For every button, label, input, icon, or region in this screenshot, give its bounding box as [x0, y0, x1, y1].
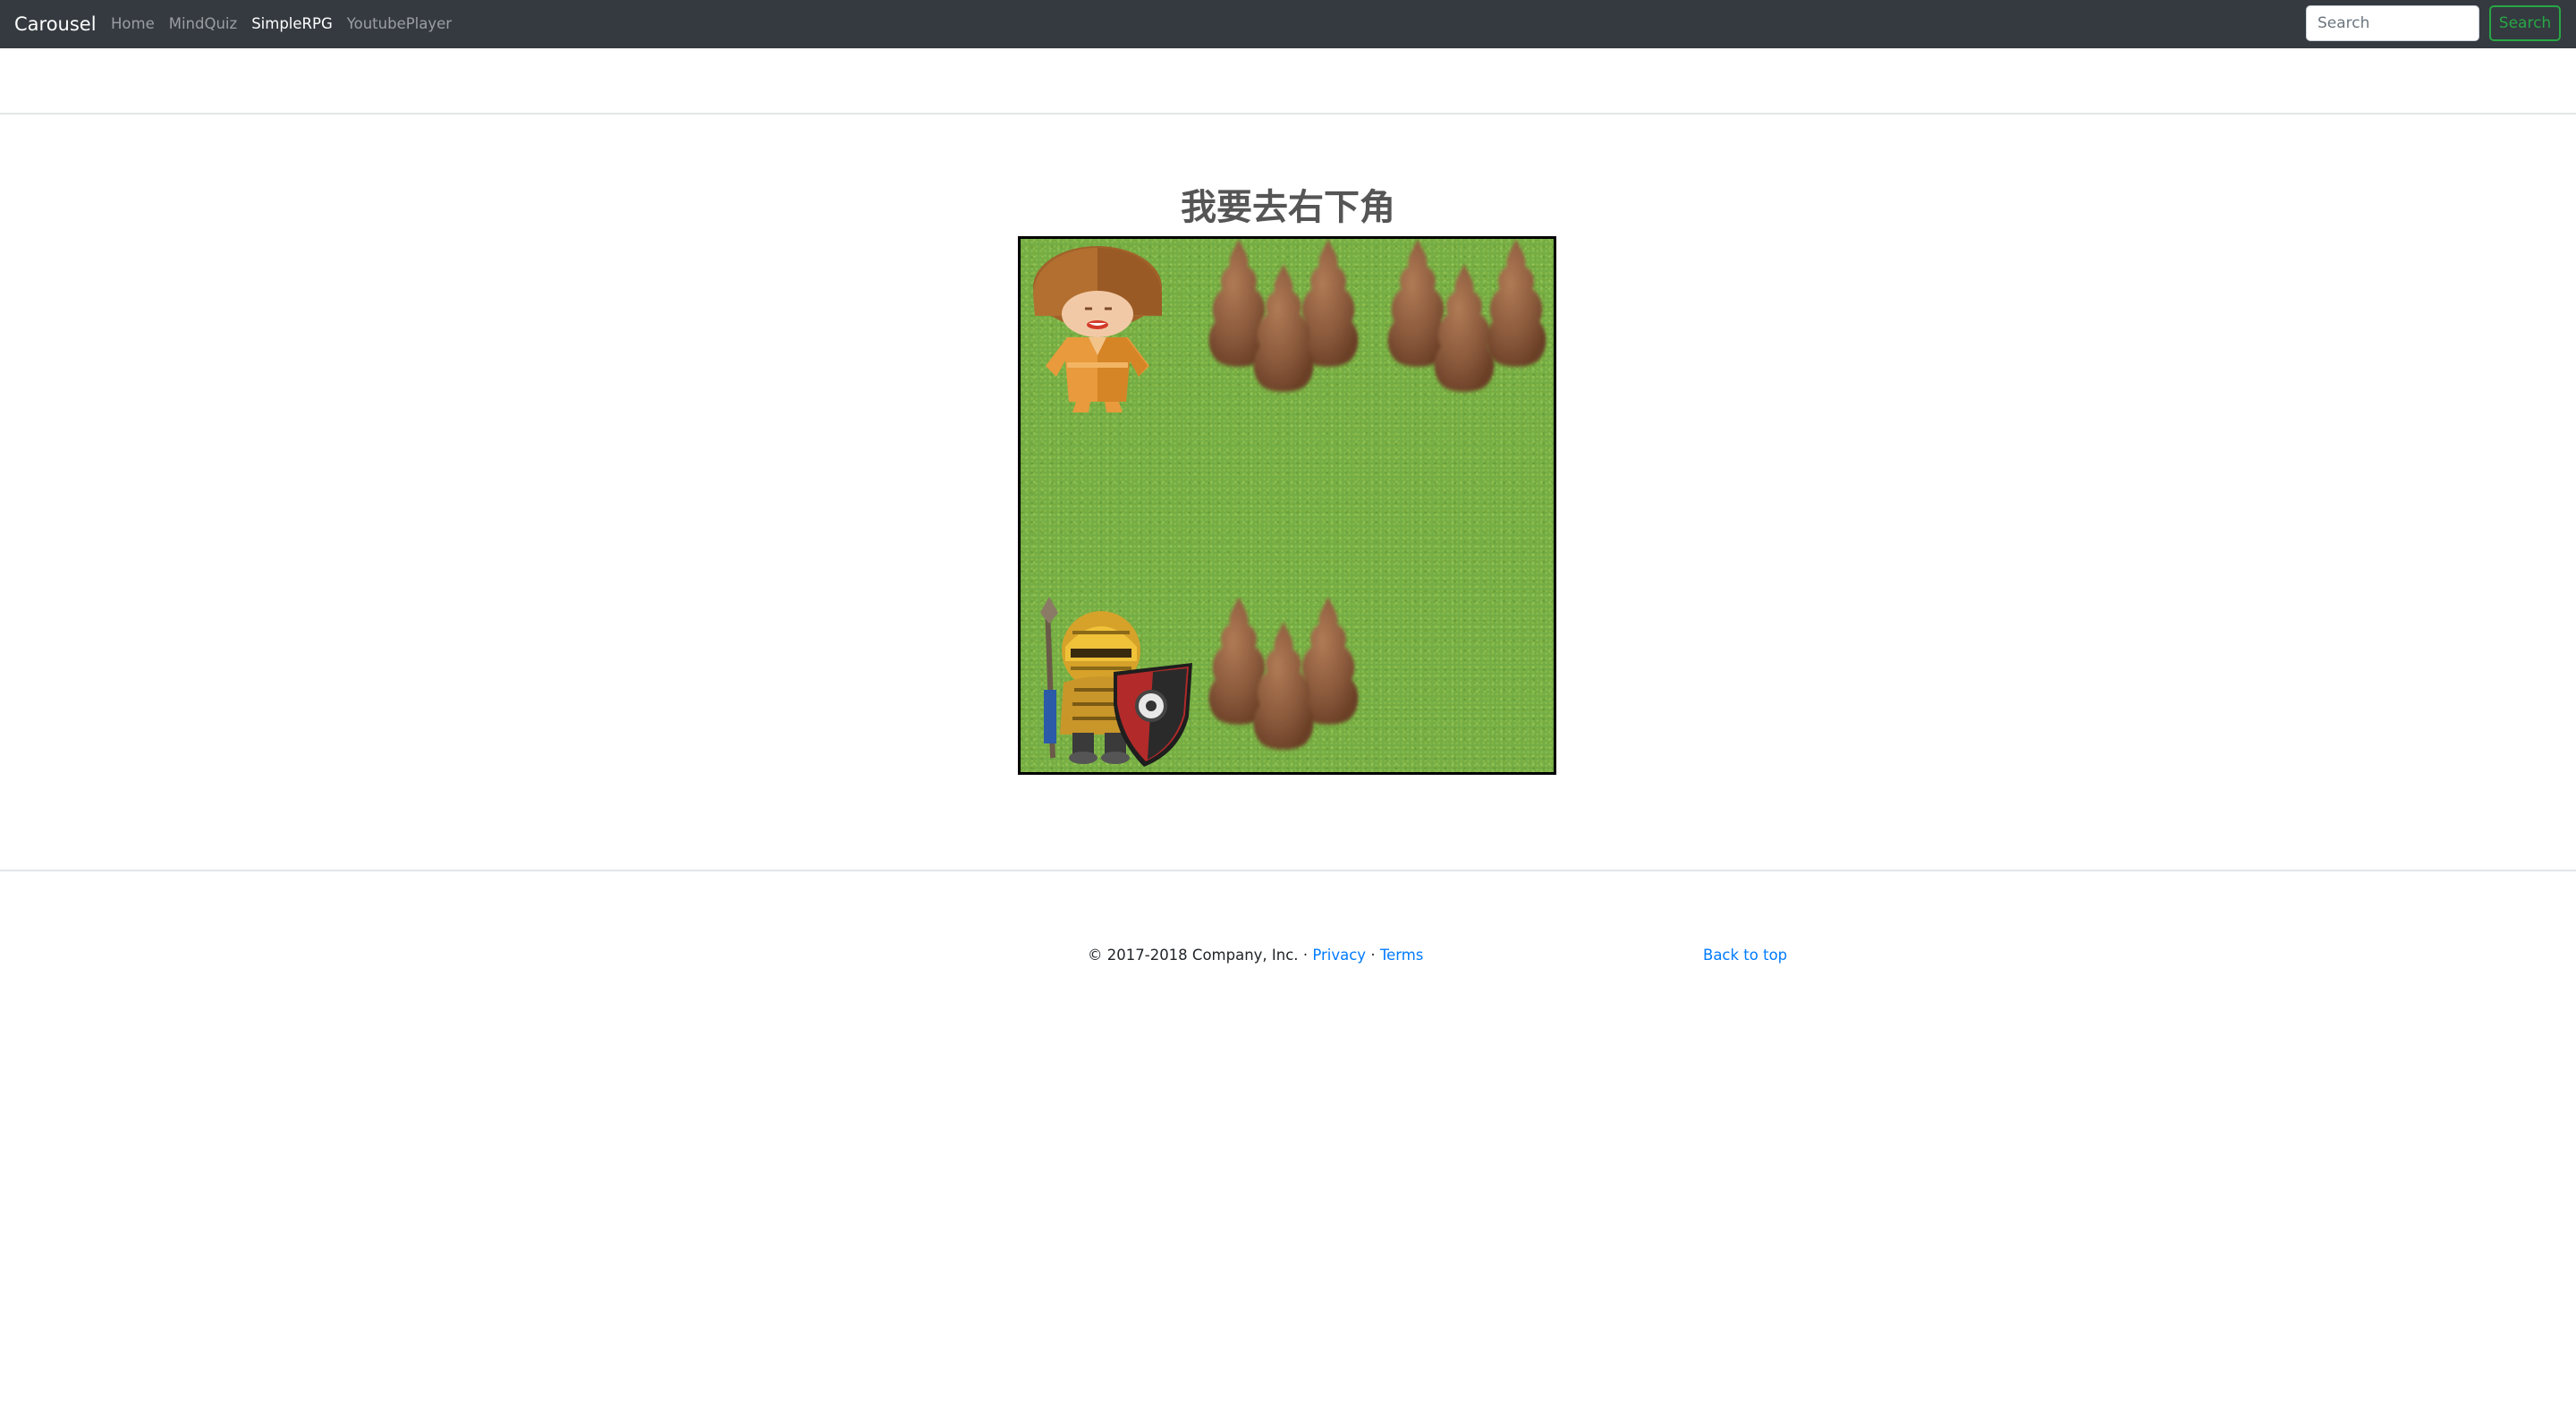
back-to-top-link[interactable]: Back to top — [1703, 945, 1787, 966]
top-navbar: Carousel Home MindQuiz SimpleRPG Youtube… — [0, 0, 2576, 48]
terms-link[interactable]: Terms — [1380, 947, 1424, 964]
nav-link-mindquiz[interactable]: MindQuiz — [169, 13, 237, 35]
nav-link-youtubeplayer[interactable]: YoutubePlayer — [347, 13, 452, 35]
footer-separator: · — [1370, 947, 1376, 964]
footer-divider — [0, 870, 2576, 871]
header-divider — [0, 113, 2576, 115]
villager-girl-sprite[interactable] — [1026, 244, 1180, 416]
footer-copyright: © 2017-2018 Company, Inc. · Privacy · Te… — [1088, 945, 1423, 966]
nav-links: Home MindQuiz SimpleRPG YoutubePlayer — [111, 13, 452, 35]
game-title: 我要去右下角 — [1181, 187, 1395, 228]
nav-link-simplerpg[interactable]: SimpleRPG — [251, 13, 333, 35]
copyright-text: © 2017-2018 Company, Inc. — [1088, 947, 1299, 964]
tree-cluster-top-right — [1382, 239, 1556, 398]
footer-separator: · — [1302, 947, 1309, 964]
privacy-link[interactable]: Privacy — [1312, 947, 1366, 964]
armored-knight-sprite[interactable] — [1028, 597, 1203, 772]
tree-cluster-top-middle — [1203, 239, 1382, 398]
game-board[interactable] — [1018, 236, 1556, 775]
tree-cluster-bottom-middle — [1203, 597, 1382, 756]
search-input[interactable] — [2306, 5, 2479, 41]
search-button[interactable]: Search — [2489, 5, 2561, 41]
nav-link-home[interactable]: Home — [111, 13, 155, 35]
navbar-brand[interactable]: Carousel — [14, 11, 97, 38]
